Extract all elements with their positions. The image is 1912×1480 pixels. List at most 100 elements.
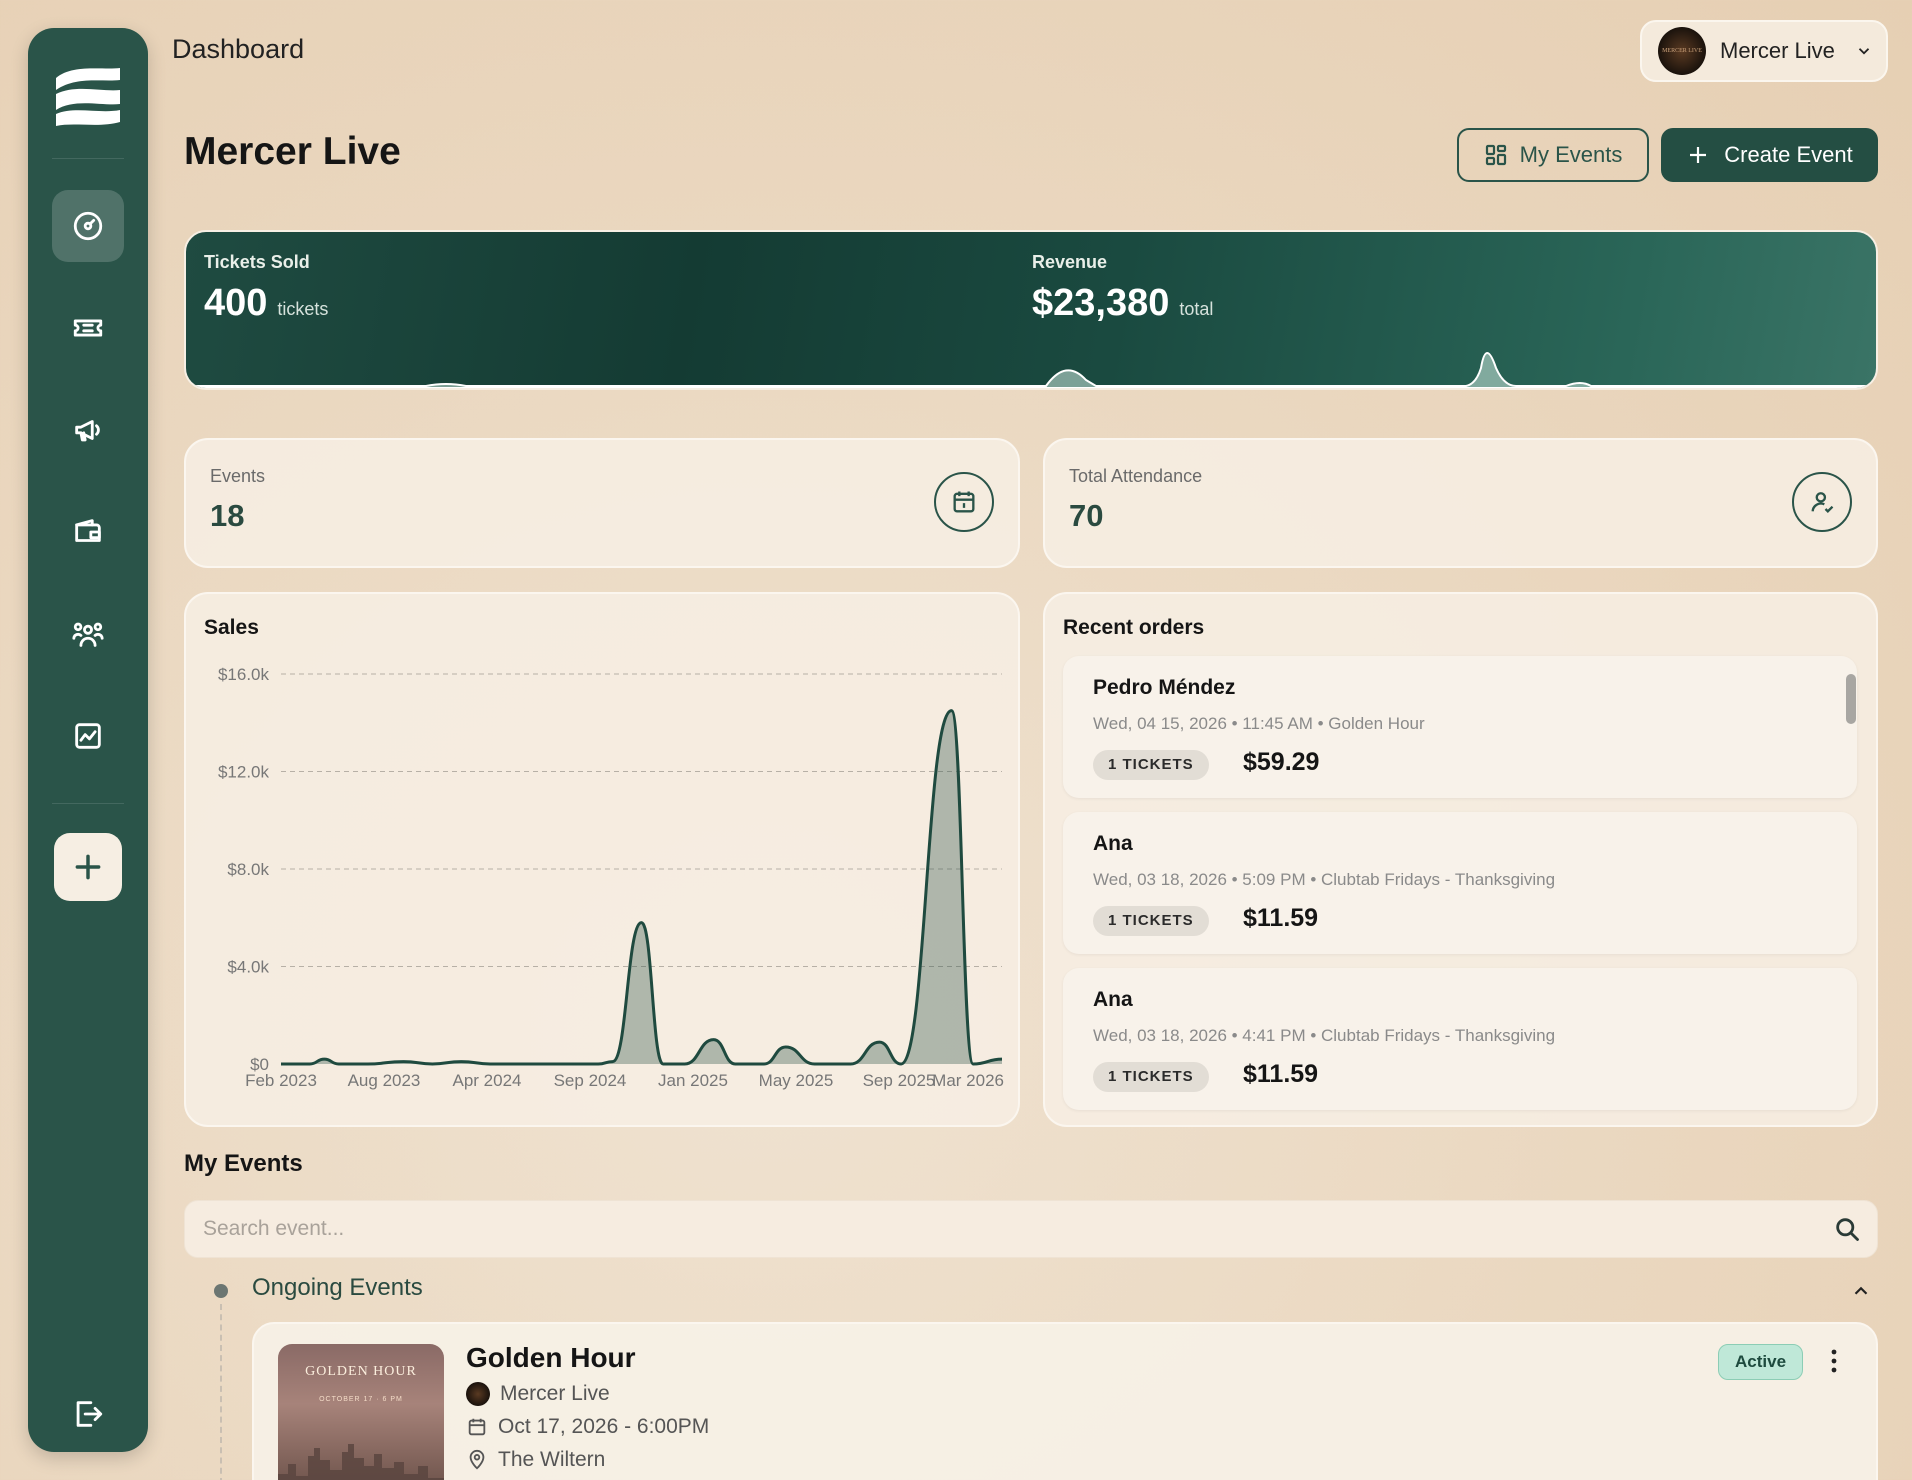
events-icon-badge xyxy=(934,472,994,532)
my-events-title: My Events xyxy=(184,1150,303,1177)
x-tick-label: Apr 2024 xyxy=(453,1071,522,1090)
logo-icon xyxy=(56,68,120,126)
order-item[interactable]: Ana Wed, 03 18, 2026 • 5:09 PM • Clubtab… xyxy=(1063,812,1857,954)
order-tickets-badge: 1 TICKETS xyxy=(1093,750,1209,780)
sidebar-divider xyxy=(52,803,124,804)
logout-button[interactable] xyxy=(52,1378,124,1450)
sales-area xyxy=(281,710,1002,1064)
sidebar-item-analytics[interactable] xyxy=(52,700,124,772)
sidebar-item-wallet[interactable] xyxy=(52,496,124,568)
events-card: Events 18 xyxy=(184,438,1020,568)
create-event-button[interactable]: Create Event xyxy=(1661,128,1878,182)
summary-banner: Tickets Sold 400 tickets Revenue $23,380 t… xyxy=(184,230,1878,390)
x-tick-label: Jan 2025 xyxy=(658,1071,728,1090)
timeline-dot xyxy=(214,1284,228,1298)
event-card[interactable]: GOLDEN HOUR OCTOBER 17 · 6 PM Golden Hou… xyxy=(252,1322,1878,1480)
page-title: Mercer Live xyxy=(184,130,401,173)
event-title: Golden Hour xyxy=(466,1342,636,1373)
orders-scrollbar[interactable] xyxy=(1846,674,1856,724)
order-meta: Wed, 03 18, 2026 • 5:09 PM • Clubtab Fri… xyxy=(1093,870,1556,889)
attendance-card: Total Attendance 70 xyxy=(1043,438,1878,568)
order-amount: $11.59 xyxy=(1243,1060,1319,1088)
megaphone-icon xyxy=(75,420,100,442)
event-venue: The Wiltern xyxy=(466,1448,605,1472)
more-options-icon[interactable] xyxy=(1824,1346,1844,1376)
order-amount: $11.59 xyxy=(1243,904,1319,932)
y-tick-label: $8.0k xyxy=(227,860,269,879)
sidebar-add-button[interactable] xyxy=(54,833,122,901)
event-poster: GOLDEN HOUR OCTOBER 17 · 6 PM xyxy=(278,1344,444,1480)
ongoing-events-label: Ongoing Events xyxy=(252,1274,423,1301)
recent-orders-card: Recent orders Pedro Méndez Wed, 04 15, 2… xyxy=(1043,592,1878,1127)
x-tick-label: Aug 2023 xyxy=(348,1071,421,1090)
y-tick-label: $4.0k xyxy=(227,958,269,977)
grid-icon xyxy=(1485,144,1506,166)
event-date: Oct 17, 2026 - 6:00PM xyxy=(466,1415,709,1439)
x-tick-label: May 2025 xyxy=(759,1071,834,1090)
sidebar-item-marketing[interactable] xyxy=(52,394,124,466)
plus-icon xyxy=(75,854,101,880)
breadcrumb: Dashboard xyxy=(172,34,305,64)
chevron-down-icon xyxy=(1858,48,1870,55)
logout-icon xyxy=(76,1401,103,1427)
account-switcher[interactable]: MERCER LIVE Mercer Live xyxy=(1640,20,1888,82)
organizer-name: Mercer Live xyxy=(500,1382,610,1405)
chevron-up-icon[interactable] xyxy=(1850,1280,1872,1302)
status-badge: Active xyxy=(1718,1344,1804,1380)
attendance-label: Total Attendance xyxy=(1069,466,1203,486)
tickets-sold-value: 400 tickets xyxy=(204,282,328,325)
create-event-label: Create Event xyxy=(1724,142,1853,167)
x-tick-label: Feb 2023 xyxy=(245,1071,317,1090)
users-icon xyxy=(72,622,104,647)
x-tick-label: Mar 2026 xyxy=(932,1071,1004,1090)
search-icon[interactable] xyxy=(1833,1215,1861,1243)
sidebar-item-dashboard[interactable] xyxy=(52,190,124,262)
tickets-sold-unit: tickets xyxy=(277,299,329,319)
attendance-icon-badge xyxy=(1792,472,1852,532)
location-pin-icon xyxy=(469,1449,485,1470)
poster-subtitle: OCTOBER 17 · 6 PM xyxy=(319,1396,403,1403)
event-venue-text: The Wiltern xyxy=(498,1448,606,1471)
timeline-line xyxy=(220,1304,222,1480)
order-customer: Ana xyxy=(1093,988,1133,1011)
sales-chart: $16.0k$12.0k$8.0k$4.0k$0Feb 2023 Aug 2023… xyxy=(218,665,1004,1090)
search-input[interactable] xyxy=(203,1201,1763,1257)
revenue-unit: total xyxy=(1179,299,1214,319)
skyline-graphic xyxy=(278,1444,444,1480)
sales-card: Sales $16.0k $12.0k $8.0k $4.0k $0 Feb 2023 Au… xyxy=(184,592,1020,1127)
y-tick-label: $12.0k xyxy=(218,763,270,782)
order-item[interactable]: Pedro Méndez Wed, 04 15, 2026 • 11:45 AM… xyxy=(1063,656,1857,798)
attendance-value: 70 xyxy=(1069,498,1104,533)
my-events-label: My Events xyxy=(1519,142,1623,167)
sidebar-item-tickets[interactable] xyxy=(52,292,124,364)
order-customer: Ana xyxy=(1093,832,1133,855)
analytics-icon xyxy=(75,723,101,749)
order-meta: Wed, 03 18, 2026 • 4:41 PM • Clubtab Fri… xyxy=(1093,1026,1556,1045)
order-tickets-badge: 1 TICKETS xyxy=(1093,906,1209,936)
dashboard-icon xyxy=(73,211,103,241)
account-name: Mercer Live xyxy=(1720,38,1835,63)
order-item[interactable]: Ana Wed, 03 18, 2026 • 4:41 PM • Clubtab… xyxy=(1063,968,1857,1110)
order-customer: Pedro Méndez xyxy=(1093,676,1236,699)
wallet-icon xyxy=(75,519,101,542)
sidebar-divider xyxy=(52,158,124,159)
poster-title: GOLDEN HOUR xyxy=(305,1364,417,1379)
events-label: Events xyxy=(210,466,266,486)
order-meta: Wed, 04 15, 2026 • 11:45 AM • Golden Hou… xyxy=(1093,714,1425,733)
events-value: 18 xyxy=(210,498,245,533)
event-organizer: Mercer Live xyxy=(466,1382,610,1406)
order-amount: $59.29 xyxy=(1243,748,1320,776)
sidebar-item-attendees[interactable] xyxy=(52,598,124,670)
event-date-text: Oct 17, 2026 - 6:00PM xyxy=(498,1415,710,1438)
x-tick-label: Sep 2025 xyxy=(863,1071,936,1090)
revenue-number: $23,380 xyxy=(1032,282,1170,324)
order-tickets-badge: 1 TICKETS xyxy=(1093,1062,1209,1092)
tickets-sold-number: 400 xyxy=(204,282,268,324)
user-check-icon xyxy=(1811,492,1834,513)
calendar-icon xyxy=(468,1418,486,1436)
calendar-icon xyxy=(953,491,975,513)
plus-icon xyxy=(1690,147,1707,163)
my-events-button[interactable]: My Events xyxy=(1457,128,1649,182)
sidebar xyxy=(28,28,148,1452)
revenue-sparkline xyxy=(186,352,1876,388)
